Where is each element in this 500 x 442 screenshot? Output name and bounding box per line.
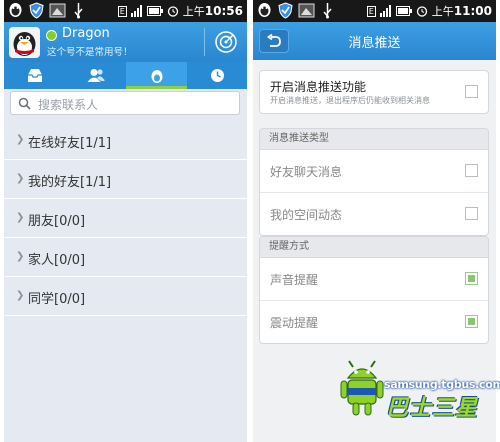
contact-group-list: ❯ 在线好友[1/1] ❯ 我的好友[1/1] ❯ 朋友[0/0] ❯ 家人[0/0] …: [4, 121, 247, 316]
qzone-updates-row[interactable]: 我的空间动态: [260, 193, 488, 235]
search-contacts-input[interactable]: 搜索联系人: [10, 91, 240, 115]
push-type-card: 消息推送类型 好友聊天消息 我的空间动态: [259, 128, 489, 236]
network-e-icon: E: [117, 5, 127, 17]
status-bar: E 上午11:00: [253, 0, 496, 22]
vibrate-alert-checkbox[interactable]: [465, 315, 478, 328]
contacts-screen: E 上午10:56 Dragon 这个号不是常用号！ 搜索联系人 ❯ 在线好友[…: [4, 0, 247, 442]
search-placeholder: 搜索联系人: [38, 98, 99, 112]
active-tab-indicator: [126, 86, 187, 89]
chevron-right-icon: ❯: [16, 290, 25, 301]
status-clock: 上午11:00: [431, 4, 492, 18]
inbox-icon: [27, 69, 42, 82]
shield-icon: [278, 2, 293, 19]
qq-notification-icon: [258, 3, 271, 17]
qq-notification-icon: [9, 3, 22, 17]
settings-header: 消息推送: [253, 22, 496, 60]
contact-group[interactable]: ❯ 我的好友[1/1]: [4, 160, 247, 199]
signal-icon: [130, 5, 142, 17]
section-header: 提醒方式: [260, 237, 488, 258]
chevron-right-icon: ❯: [16, 134, 25, 145]
vibrate-alert-label: 震动提醒: [270, 316, 319, 330]
qzone-updates-checkbox[interactable]: [465, 207, 478, 220]
android-robot-icon: [340, 360, 384, 416]
enable-push-description: 开启消息推送，退出程序后仍能收到相关消息: [270, 96, 430, 105]
sound-alert-label: 声音提醒: [270, 273, 319, 287]
enable-push-checkbox[interactable]: [465, 85, 478, 98]
user-signature[interactable]: 这个号不是常用号！: [47, 44, 133, 58]
friend-chat-checkbox[interactable]: [465, 164, 478, 177]
page-title: 消息推送: [348, 36, 401, 51]
enable-push-row[interactable]: 开启消息推送功能 开启消息推送，退出程序后仍能收到相关消息: [260, 71, 488, 113]
status-bar: E 上午10:56: [4, 0, 247, 22]
status-clock: 上午10:56: [182, 4, 243, 18]
qzone-updates-label: 我的空间动态: [270, 208, 343, 222]
tab-messages[interactable]: [4, 62, 65, 89]
friend-chat-label: 好友聊天消息: [270, 165, 343, 179]
network-e-icon: E: [366, 5, 376, 17]
contacts-icon: [87, 69, 104, 82]
battery-icon: [395, 6, 412, 16]
group-label: 同学[0/0]: [28, 292, 86, 307]
sound-alert-row[interactable]: 声音提醒: [260, 258, 488, 301]
tab-recent[interactable]: [187, 62, 247, 89]
watermark-brand: 巴士三星: [386, 396, 479, 421]
battery-icon: [146, 6, 163, 16]
enable-push-label: 开启消息推送功能: [270, 80, 367, 94]
image-notification-icon: [49, 3, 66, 18]
search-icon: [18, 97, 31, 110]
group-label: 在线好友[1/1]: [28, 136, 112, 151]
online-status-icon[interactable]: [46, 30, 57, 41]
image-notification-icon: [298, 3, 315, 18]
penguin-avatar-icon: [13, 32, 36, 56]
friend-chat-row[interactable]: 好友聊天消息: [260, 150, 488, 193]
clock-icon: [210, 69, 224, 82]
chevron-right-icon: ❯: [16, 173, 25, 184]
sound-alert-checkbox[interactable]: [465, 272, 478, 285]
contact-group[interactable]: ❯ 在线好友[1/1]: [4, 121, 247, 160]
contact-group[interactable]: ❯ 同学[0/0]: [4, 277, 247, 316]
tab-qzone[interactable]: [126, 62, 187, 89]
tab-contacts[interactable]: [65, 62, 126, 89]
alarm-icon: [416, 6, 427, 17]
shield-icon: [29, 2, 44, 19]
penguin-tab-icon: [151, 69, 162, 83]
contact-group[interactable]: ❯ 朋友[0/0]: [4, 199, 247, 238]
signal-icon: [379, 5, 391, 17]
alert-method-card: 提醒方式 声音提醒 震动提醒: [259, 236, 489, 344]
radar-icon[interactable]: [214, 30, 238, 54]
section-header: 消息推送类型: [260, 129, 488, 150]
avatar[interactable]: [9, 27, 40, 58]
chevron-right-icon: ❯: [16, 212, 25, 223]
vibrate-alert-row[interactable]: 震动提醒: [260, 301, 488, 343]
group-label: 朋友[0/0]: [28, 214, 86, 229]
user-name: Dragon: [62, 26, 110, 41]
group-label: 我的好友[1/1]: [28, 175, 112, 190]
profile-header: Dragon 这个号不是常用号！: [4, 22, 247, 62]
contact-group[interactable]: ❯ 家人[0/0]: [4, 238, 247, 277]
chevron-right-icon: ❯: [16, 251, 25, 262]
group-label: 家人[0/0]: [28, 253, 86, 268]
alarm-icon: [167, 6, 178, 17]
usb-icon: [74, 3, 83, 19]
header-divider: [204, 28, 205, 56]
usb-icon: [323, 3, 332, 19]
main-tabs: [4, 62, 247, 89]
master-toggle-card: 开启消息推送功能 开启消息推送，退出程序后仍能收到相关消息: [259, 70, 489, 114]
site-watermark: samsung.tgbus.com 巴士三星: [338, 356, 500, 426]
